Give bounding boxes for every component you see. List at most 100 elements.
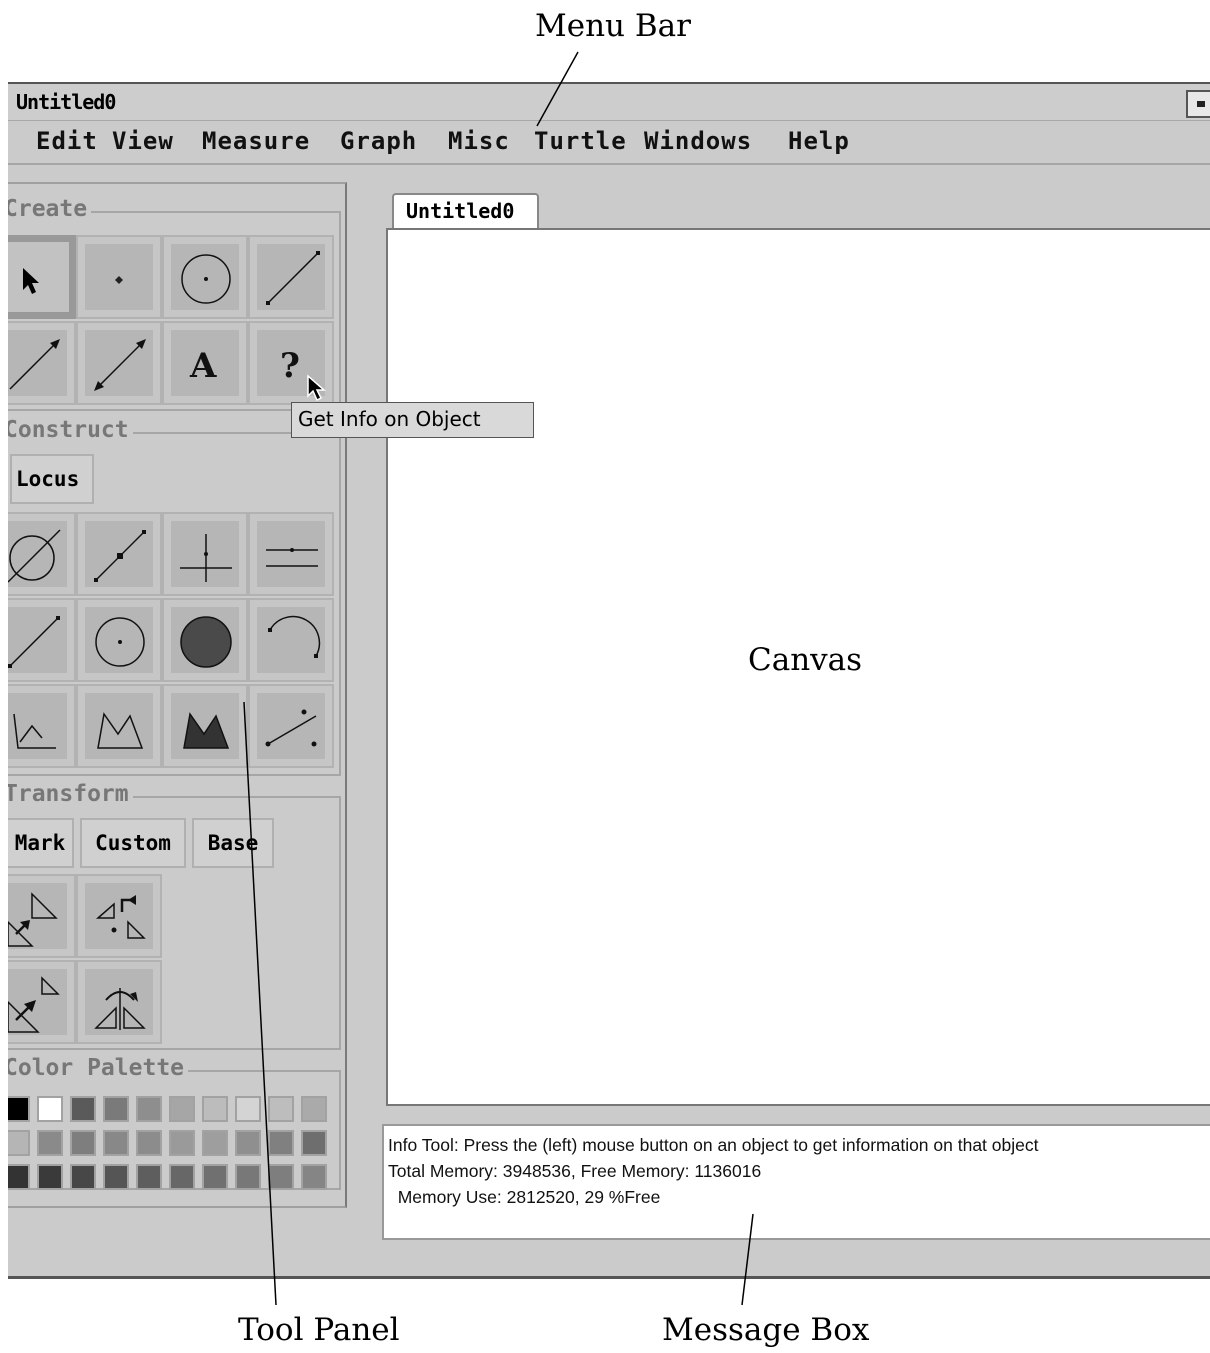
color-swatch[interactable] bbox=[8, 1164, 30, 1190]
segment-construct-tool[interactable] bbox=[8, 598, 76, 682]
segment-tool[interactable] bbox=[248, 235, 334, 319]
menu-graph[interactable]: Graph bbox=[340, 127, 417, 155]
text-tool[interactable]: A bbox=[162, 321, 248, 405]
color-swatch[interactable] bbox=[169, 1130, 195, 1156]
color-swatch[interactable] bbox=[37, 1164, 63, 1190]
color-swatch[interactable] bbox=[169, 1096, 195, 1122]
midpoint-tool[interactable] bbox=[76, 512, 162, 596]
color-swatch[interactable] bbox=[136, 1130, 162, 1156]
color-swatch[interactable] bbox=[202, 1096, 228, 1122]
color-swatch[interactable] bbox=[235, 1164, 261, 1190]
color-swatch[interactable] bbox=[103, 1096, 129, 1122]
polygon-icon bbox=[97, 712, 144, 749]
filled-polygon-tool[interactable] bbox=[162, 684, 248, 768]
application-window: Untitled0 Edit View Measure Graph Misc T… bbox=[8, 82, 1210, 1279]
color-swatch[interactable] bbox=[70, 1130, 96, 1156]
message-box: Info Tool: Press the (left) mouse button… bbox=[382, 1124, 1210, 1240]
line-tool[interactable] bbox=[76, 321, 162, 405]
reflect-tool[interactable] bbox=[76, 960, 162, 1044]
polygon-tool[interactable] bbox=[76, 684, 162, 768]
polygon-open-tool[interactable] bbox=[8, 684, 76, 768]
custom-button[interactable]: Custom bbox=[80, 818, 186, 868]
color-swatch[interactable] bbox=[8, 1130, 30, 1156]
perpendicular-icon bbox=[180, 534, 232, 582]
translate-tool[interactable] bbox=[8, 874, 76, 958]
reflect-icon bbox=[94, 988, 146, 1030]
parallel-icon bbox=[266, 548, 318, 567]
ray-tool[interactable] bbox=[8, 321, 76, 405]
menu-bar: Edit View Measure Graph Misc Turtle Wind… bbox=[8, 121, 1210, 165]
color-swatch[interactable] bbox=[268, 1096, 294, 1122]
intersection-icon bbox=[8, 529, 61, 583]
color-swatch[interactable] bbox=[103, 1130, 129, 1156]
menu-bar-annotation: Menu Bar bbox=[535, 8, 691, 44]
parallel-tool[interactable] bbox=[248, 512, 334, 596]
menu-misc[interactable]: Misc bbox=[448, 127, 510, 155]
canvas-annotation: Canvas bbox=[748, 642, 863, 678]
ray-icon bbox=[9, 339, 60, 390]
rotate-tool[interactable] bbox=[76, 874, 162, 958]
mouse-cursor-icon bbox=[307, 374, 326, 402]
color-swatch[interactable] bbox=[202, 1130, 228, 1156]
perpendicular-tool[interactable] bbox=[162, 512, 248, 596]
color-swatch[interactable] bbox=[70, 1164, 96, 1190]
filled-polygon-icon bbox=[183, 712, 230, 749]
menu-measure[interactable]: Measure bbox=[202, 127, 310, 155]
color-swatch[interactable] bbox=[37, 1130, 63, 1156]
arc-tool[interactable] bbox=[248, 598, 334, 682]
segment-icon bbox=[266, 251, 320, 305]
circle-tool[interactable] bbox=[162, 235, 248, 319]
color-swatch[interactable] bbox=[136, 1164, 162, 1190]
locus-points-icon bbox=[265, 709, 317, 747]
locus-button[interactable]: Locus bbox=[10, 454, 94, 504]
mark-button[interactable]: Mark bbox=[8, 818, 74, 868]
circle-by-center-tool[interactable] bbox=[76, 598, 162, 682]
filled-circle-icon bbox=[180, 616, 232, 668]
tab-untitled0[interactable]: Untitled0 bbox=[392, 193, 539, 229]
color-swatch[interactable] bbox=[301, 1130, 327, 1156]
color-swatch[interactable] bbox=[8, 1096, 30, 1122]
text-icon: A bbox=[189, 346, 217, 386]
color-palette-label: Color Palette bbox=[8, 1055, 189, 1081]
color-swatch[interactable] bbox=[235, 1130, 261, 1156]
color-swatch[interactable] bbox=[301, 1096, 327, 1122]
color-swatch[interactable] bbox=[202, 1164, 228, 1190]
dilate-icon bbox=[8, 976, 60, 1033]
color-swatch[interactable] bbox=[301, 1164, 327, 1190]
point-icon bbox=[115, 276, 123, 284]
message-box-annotation: Message Box bbox=[662, 1312, 870, 1348]
color-swatch[interactable] bbox=[103, 1164, 129, 1190]
menu-view[interactable]: View bbox=[112, 127, 174, 155]
color-swatch[interactable] bbox=[268, 1164, 294, 1190]
arrow-select-tool[interactable] bbox=[8, 235, 76, 319]
color-swatch[interactable] bbox=[136, 1096, 162, 1122]
locus-points-tool[interactable] bbox=[248, 684, 334, 768]
color-swatch[interactable] bbox=[235, 1096, 261, 1122]
point-tool[interactable] bbox=[76, 235, 162, 319]
color-swatch[interactable] bbox=[169, 1164, 195, 1190]
color-swatch[interactable] bbox=[268, 1130, 294, 1156]
arrow-select-icon bbox=[23, 268, 39, 294]
dilate-tool[interactable] bbox=[8, 960, 76, 1044]
tool-panel-annotation: Tool Panel bbox=[238, 1312, 400, 1348]
arc-icon bbox=[268, 615, 321, 658]
menu-turtle[interactable]: Turtle bbox=[534, 127, 627, 155]
menu-edit[interactable]: Edit bbox=[36, 127, 98, 155]
circle-icon bbox=[181, 254, 231, 304]
menu-help[interactable]: Help bbox=[788, 127, 850, 155]
message-memory-use-line: Memory Use: 2812520, 29 %Free bbox=[388, 1187, 661, 1207]
color-swatch[interactable] bbox=[37, 1096, 63, 1122]
tooltip: Get Info on Object bbox=[291, 402, 534, 438]
svg-text:A: A bbox=[189, 346, 217, 386]
base-button[interactable]: Base bbox=[192, 818, 274, 868]
filled-circle-tool[interactable] bbox=[162, 598, 248, 682]
color-swatch[interactable] bbox=[70, 1096, 96, 1122]
translate-icon bbox=[8, 892, 58, 947]
intersection-tool[interactable] bbox=[8, 512, 76, 596]
title-bar: Untitled0 bbox=[8, 84, 1210, 121]
polygon-open-icon bbox=[13, 713, 56, 749]
window-menu-icon bbox=[1197, 101, 1205, 107]
window-menu-button[interactable] bbox=[1186, 90, 1210, 118]
menu-windows[interactable]: Windows bbox=[644, 127, 752, 155]
tool-panel: Create A ? Construct Locus Transform Mar… bbox=[8, 182, 347, 1208]
